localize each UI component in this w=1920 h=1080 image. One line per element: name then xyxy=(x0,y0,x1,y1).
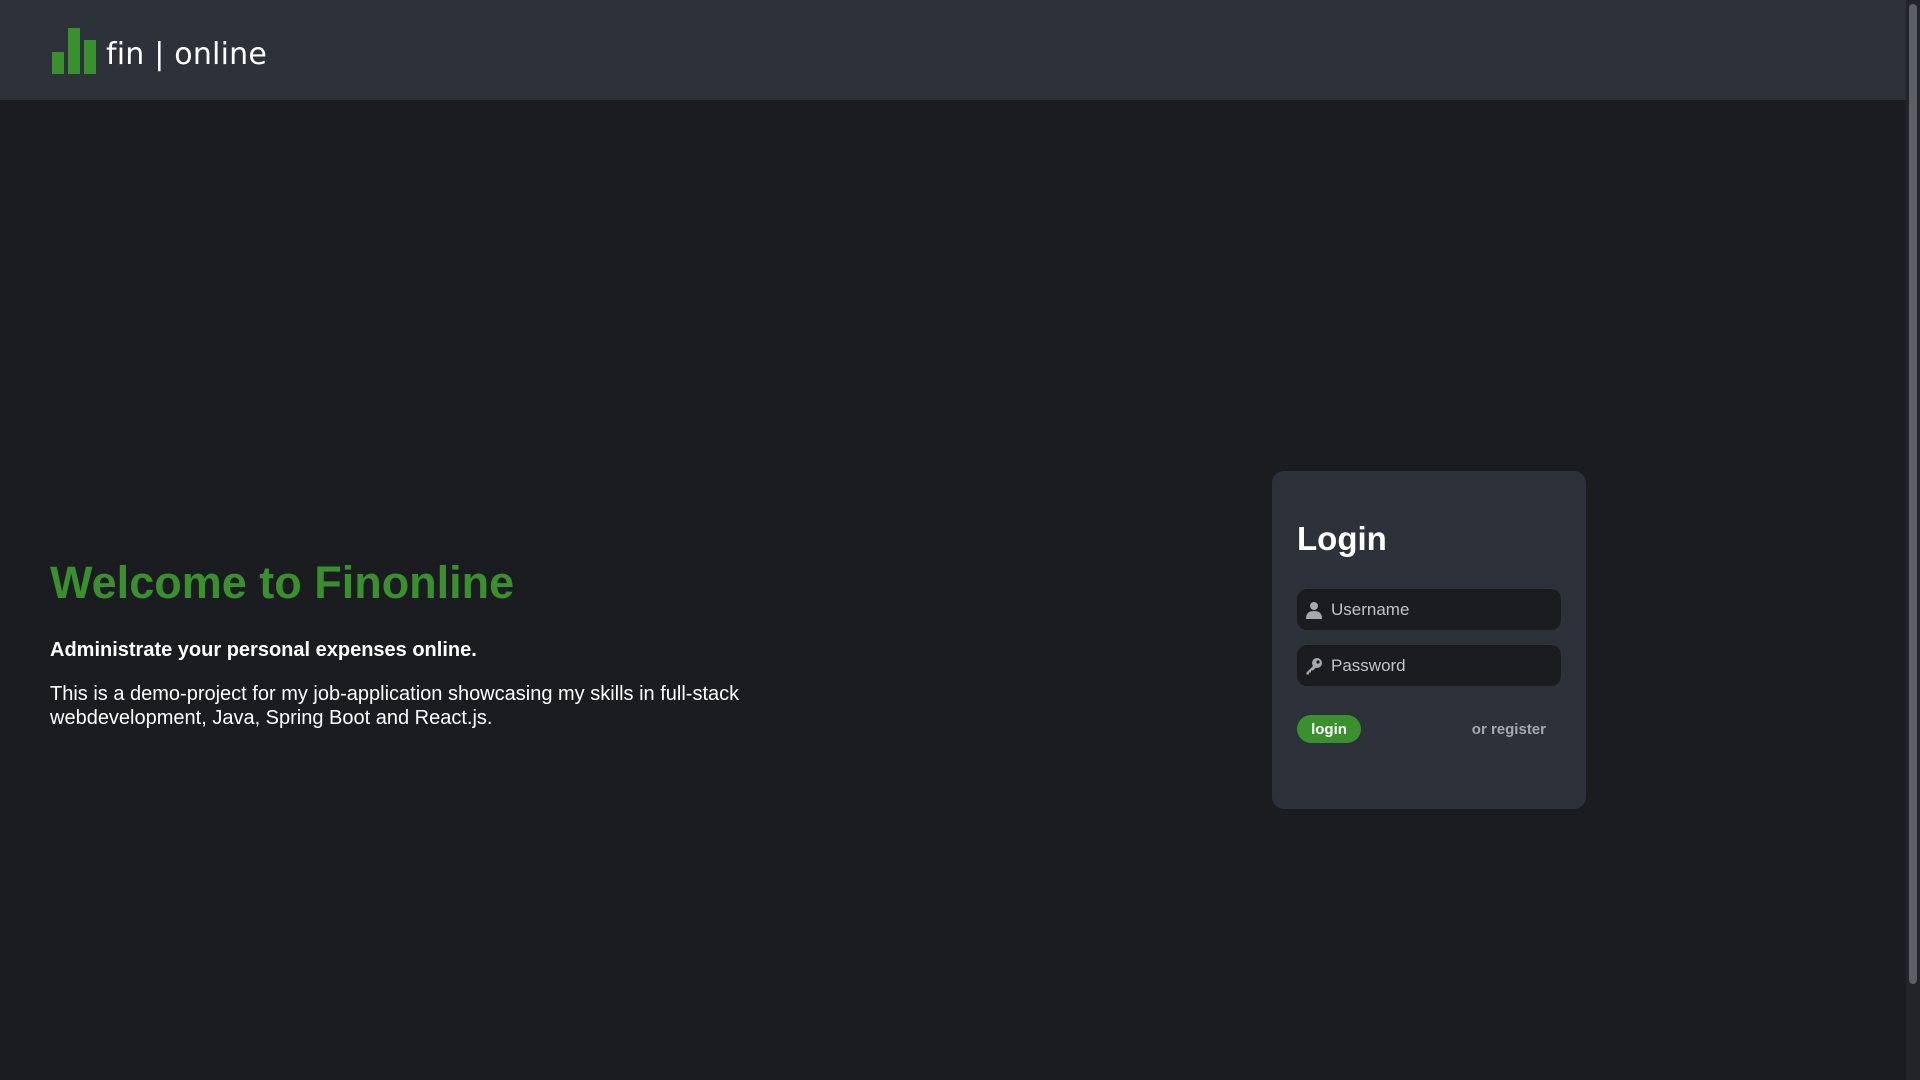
logo-bar xyxy=(68,28,80,74)
bar-chart-icon xyxy=(52,28,96,74)
login-card: Login login or register xyxy=(1272,471,1586,809)
password-field[interactable] xyxy=(1297,645,1561,686)
top-header: fin | online xyxy=(0,0,1906,100)
welcome-section: Welcome to Finonline Administrate your p… xyxy=(50,556,850,730)
login-button[interactable]: login xyxy=(1297,715,1361,743)
login-title: Login xyxy=(1297,520,1387,557)
username-field[interactable] xyxy=(1297,589,1561,630)
register-link[interactable]: or register xyxy=(1472,721,1546,739)
logo-bar xyxy=(84,40,96,74)
welcome-description: This is a demo-project for my job-applic… xyxy=(50,683,740,729)
welcome-title: Welcome to Finonline xyxy=(50,557,515,608)
app-logo[interactable]: fin | online xyxy=(52,26,267,74)
username-input[interactable] xyxy=(1331,589,1561,630)
logo-text: fin | online xyxy=(106,37,267,72)
page-scrollbar[interactable] xyxy=(1906,0,1920,1080)
scrollbar-thumb[interactable] xyxy=(1909,4,1917,984)
key-icon xyxy=(1297,645,1331,686)
page: fin | online Welcome to Finonline Admini… xyxy=(0,0,1920,1080)
welcome-subtitle: Administrate your personal expenses onli… xyxy=(50,639,477,661)
logo-bar xyxy=(52,52,64,74)
password-input[interactable] xyxy=(1331,645,1561,686)
user-icon xyxy=(1297,589,1331,630)
